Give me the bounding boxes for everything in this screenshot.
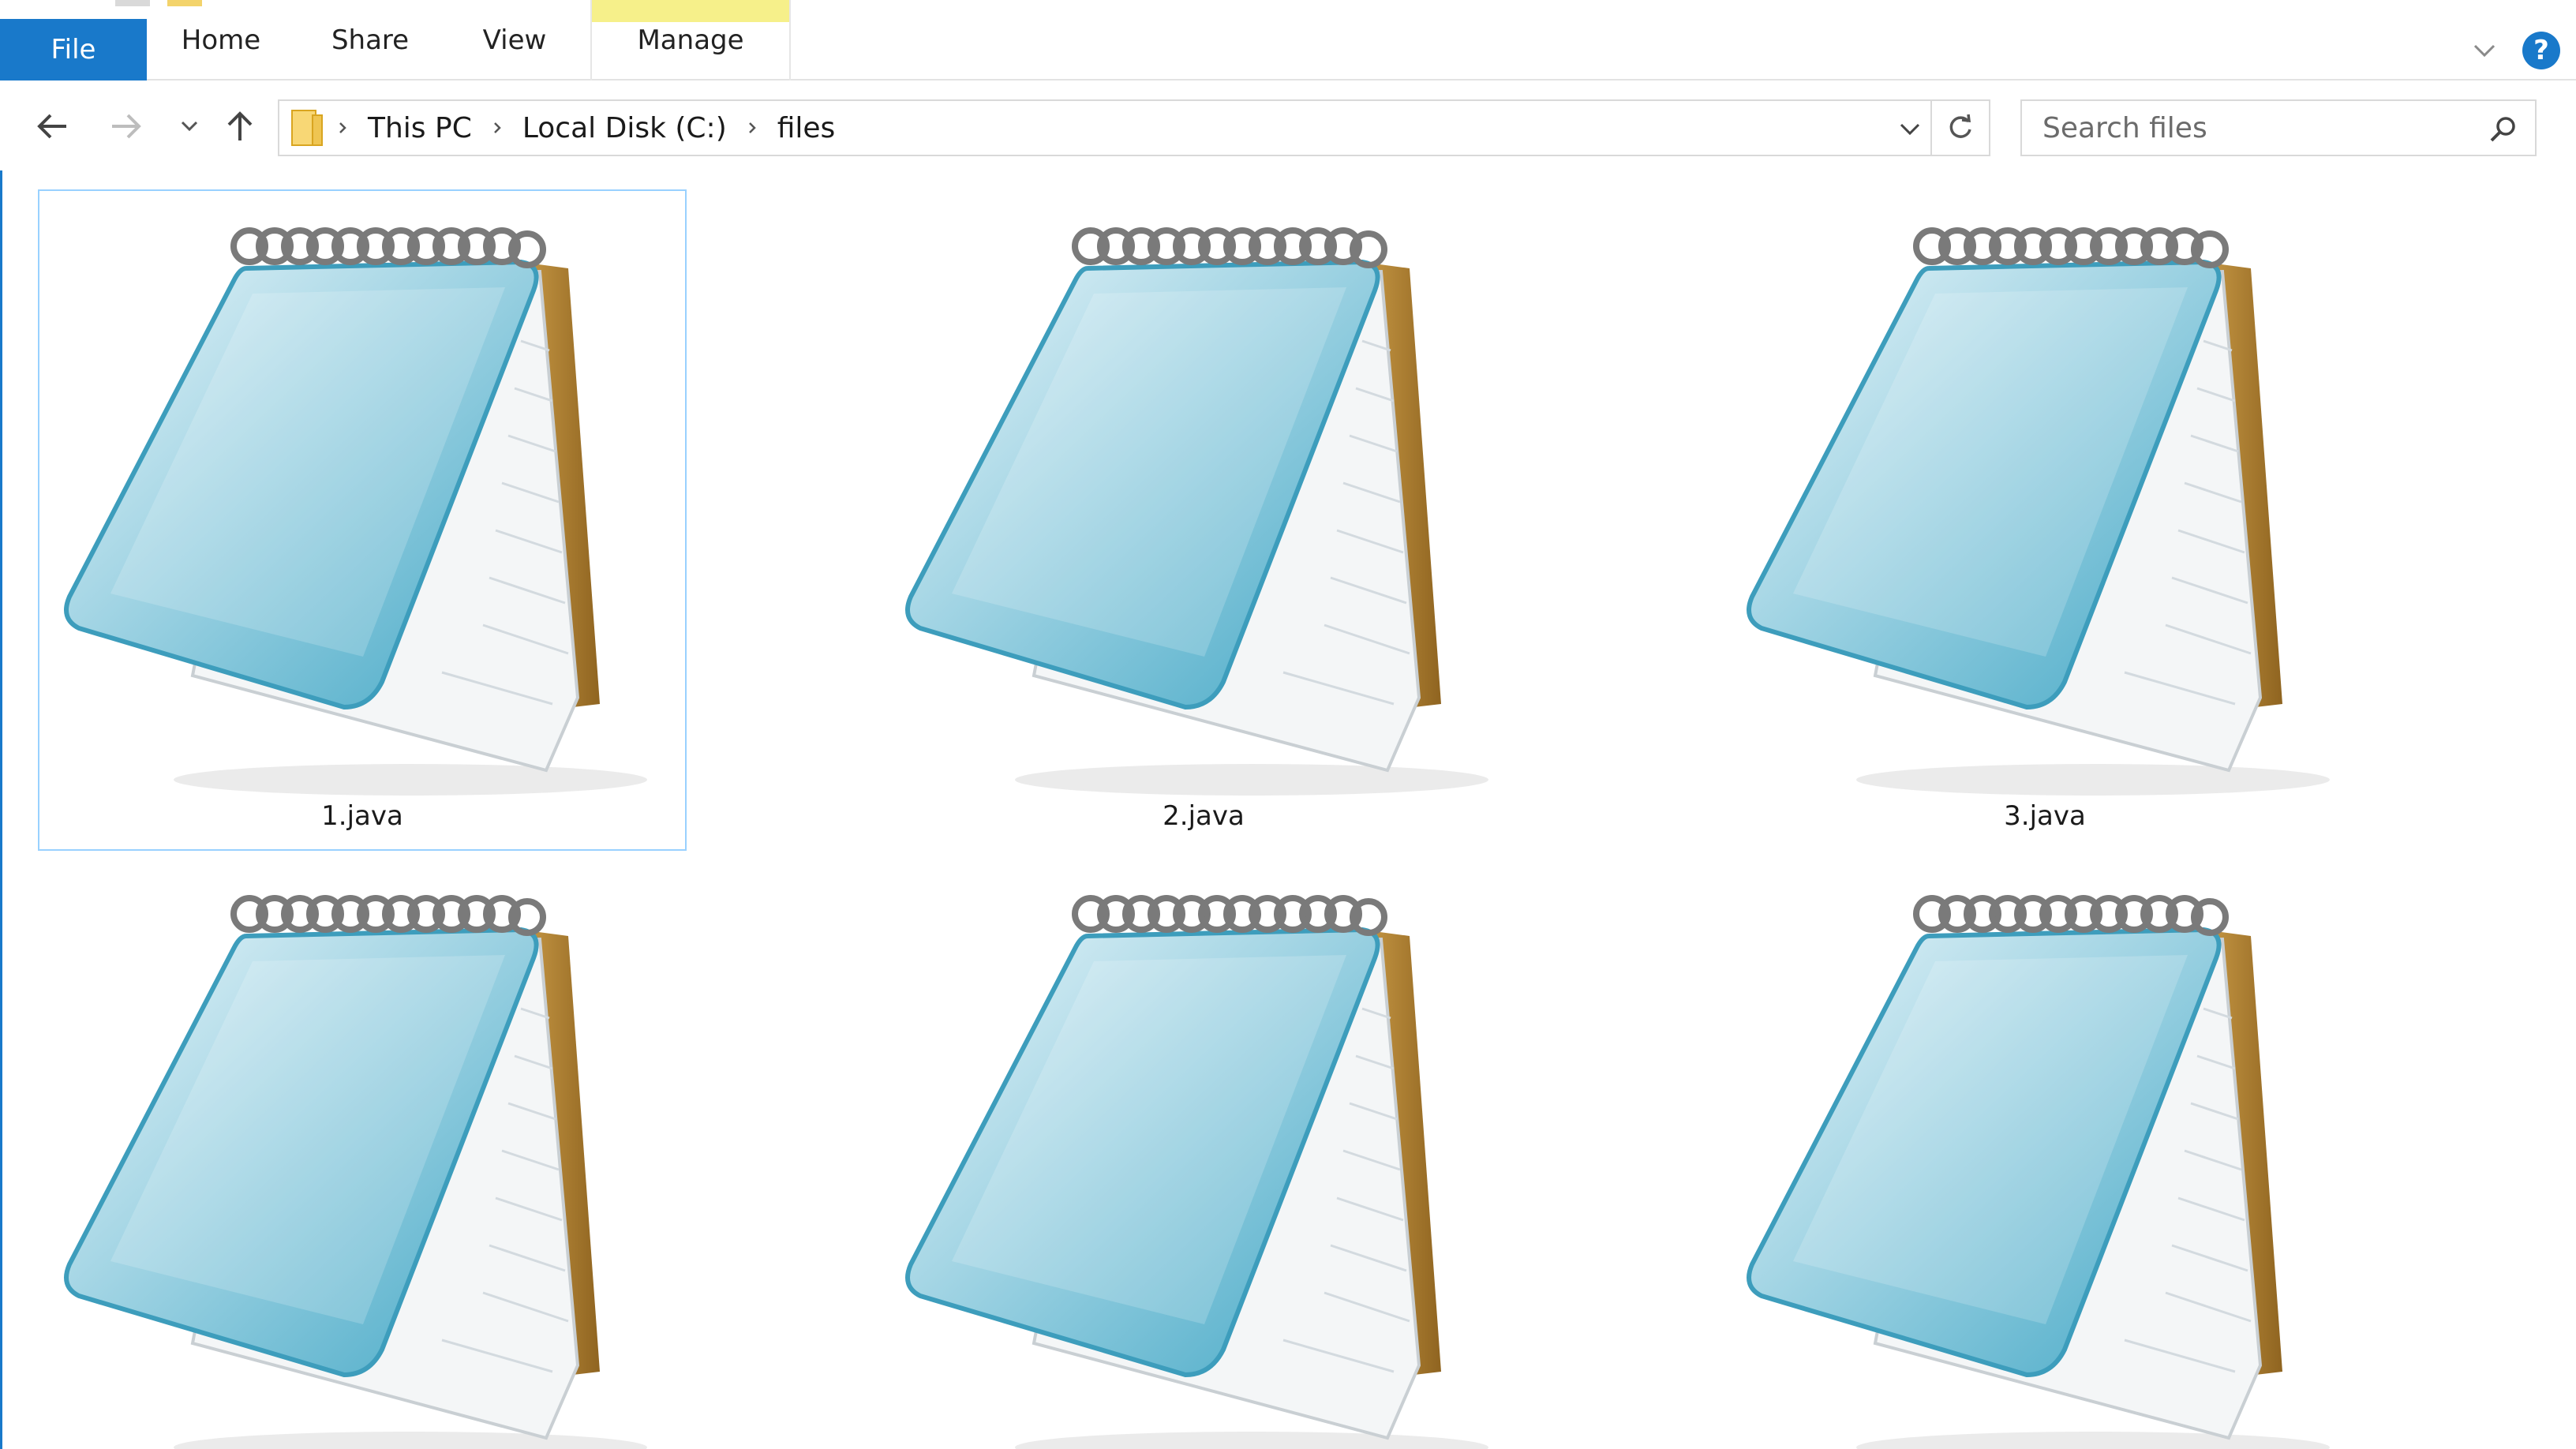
back-button[interactable] (28, 103, 76, 150)
notepad-icon (1747, 227, 2330, 796)
forward-arrow-icon (112, 114, 141, 139)
breadcrumb-this-pc[interactable]: This PC (358, 112, 481, 144)
expand-ribbon-chevron-icon[interactable] (2469, 35, 2500, 66)
tab-home[interactable]: Home (166, 0, 276, 80)
breadcrumb: This PC Local Disk (C:) files (279, 101, 844, 155)
refresh-button[interactable] (1932, 99, 1990, 156)
folder-icon (291, 110, 323, 146)
notepad-icon (905, 227, 1488, 796)
address-history-dropdown[interactable] (1893, 112, 1927, 147)
tab-home-label: Home (181, 24, 261, 56)
search-box[interactable] (2020, 99, 2537, 156)
tab-manage-label: Manage (637, 24, 744, 56)
file-item[interactable] (38, 857, 687, 1449)
chevron-down-icon (1900, 123, 1920, 136)
file-item[interactable]: 1.java (38, 189, 687, 851)
tab-manage[interactable]: Manage (590, 0, 791, 80)
refresh-icon (1949, 114, 1971, 138)
up-button[interactable] (216, 103, 264, 150)
ribbon: File Home Share View Manage ? (0, 0, 2576, 80)
tab-view-label: View (482, 24, 547, 56)
file-item[interactable]: 2.java (879, 189, 1528, 851)
breadcrumb-files[interactable]: files (768, 112, 845, 144)
notepad-icon (1747, 895, 2330, 1449)
notepad-icon (905, 895, 1488, 1449)
up-arrow-icon (227, 111, 253, 140)
navigation-toolbar: This PC Local Disk (C:) files (0, 82, 2576, 170)
window-edge (0, 170, 2, 1449)
search-input[interactable] (2042, 111, 2469, 144)
notepad-icon (64, 895, 647, 1449)
file-name-label: 1.java (321, 800, 403, 832)
notepad-icon (64, 227, 647, 796)
search-icon[interactable] (2488, 114, 2519, 145)
breadcrumb-separator-icon[interactable] (736, 112, 768, 144)
file-item[interactable] (1720, 857, 2369, 1449)
file-item[interactable]: 3.java (1720, 189, 2369, 851)
breadcrumb-separator-icon[interactable] (327, 112, 358, 144)
breadcrumb-local-disk[interactable]: Local Disk (C:) (513, 112, 736, 144)
help-icon-glyph: ? (2533, 35, 2549, 66)
back-arrow-icon (37, 114, 66, 139)
quick-access-icon-sliver[interactable] (115, 0, 150, 6)
forward-button[interactable] (103, 103, 150, 150)
tab-share[interactable]: Share (313, 0, 428, 80)
file-name-label: 2.java (1163, 800, 1245, 832)
address-bar[interactable]: This PC Local Disk (C:) files (278, 99, 1932, 156)
help-icon[interactable]: ? (2522, 32, 2560, 69)
file-view: 1.java 2.java 3.java (0, 170, 2576, 1449)
recent-locations-button[interactable] (167, 103, 212, 150)
breadcrumb-separator-icon[interactable] (481, 112, 513, 144)
file-name-label: 3.java (2004, 800, 2086, 832)
chevron-down-icon (181, 121, 198, 132)
file-item[interactable] (879, 857, 1528, 1449)
tab-file-label: File (51, 34, 96, 66)
tab-share-label: Share (331, 24, 410, 56)
tab-file[interactable]: File (0, 19, 147, 80)
tab-view[interactable]: View (462, 0, 567, 80)
